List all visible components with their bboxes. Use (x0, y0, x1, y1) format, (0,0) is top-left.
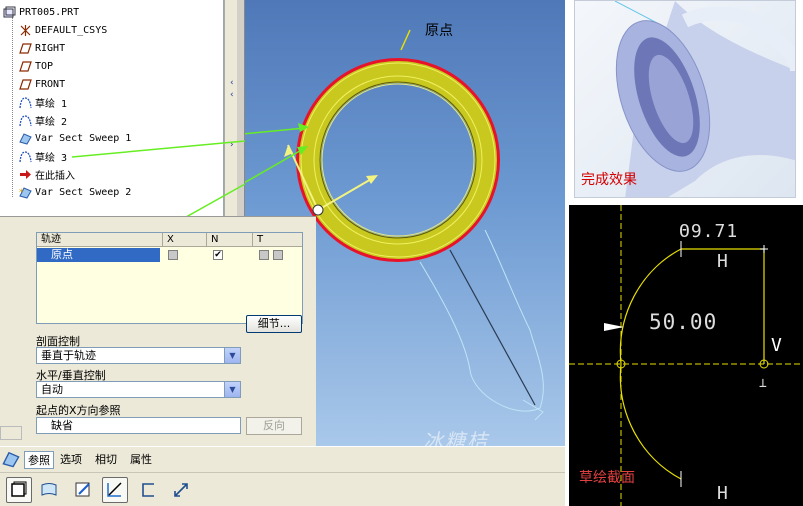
solid-icon[interactable] (6, 477, 32, 503)
csys-icon (18, 23, 32, 37)
origin-annotation: 原点 (425, 23, 453, 39)
dimension-center: 50.00 (649, 310, 718, 334)
dimension-top: Θ9.71 (679, 221, 739, 242)
start-point-handle[interactable] (312, 204, 324, 216)
tree-item-top[interactable]: TOP (18, 58, 53, 74)
sweep-icon (2, 450, 20, 468)
sketch-tool-icon[interactable] (70, 477, 96, 503)
watermark: 冰糖桔 (423, 429, 489, 446)
result-preview: 完成效果 (574, 0, 796, 198)
tree-root-label: PRT005.PRT (19, 6, 80, 18)
sweep-dashboard: 轨迹 X N T 原点 ✔ 细节... 剖面控制 垂直于轨迹 ▼ 水平/垂直控制… (0, 216, 316, 450)
tree-item-right[interactable]: RIGHT (18, 40, 65, 56)
sketch-icon (18, 149, 32, 163)
model-tree: PRT005.PRT DEFAULT_CSYS RIGHT TOP FRONT … (0, 0, 224, 216)
x-checkbox[interactable] (168, 250, 178, 260)
thicken-icon[interactable] (168, 477, 194, 503)
svg-text:*: * (19, 188, 24, 198)
details-button[interactable]: 细节... (246, 315, 302, 333)
sweep-icon (18, 131, 32, 145)
tab-tangency[interactable]: 相切 (95, 451, 117, 469)
tree-item-sketch-1[interactable]: 草绘 1 (18, 94, 67, 110)
surface-icon[interactable] (36, 477, 62, 503)
tree-item-insert-here[interactable]: 在此插入 (18, 166, 75, 182)
tree-item-label: TOP (35, 60, 54, 72)
hv-control-select[interactable]: 自动 ▼ (36, 381, 241, 398)
tree-scrollbar[interactable] (224, 0, 237, 216)
datum-plane-icon (18, 59, 32, 73)
constant-section-icon[interactable] (102, 477, 128, 503)
result-label: 完成效果 (581, 172, 637, 188)
tree-item-sketch-2[interactable]: 草绘 2 (18, 112, 67, 128)
tree-root[interactable]: PRT005.PRT (2, 4, 79, 20)
tree-item-front[interactable]: FRONT (18, 76, 65, 92)
chevron-down-icon[interactable]: ▼ (224, 348, 240, 363)
svg-text:H: H (717, 483, 728, 504)
dashboard-scroll[interactable] (0, 426, 22, 440)
vertical-constraint: V (771, 335, 782, 356)
remove-material-icon[interactable] (136, 477, 162, 503)
tree-item-label: RIGHT (35, 42, 66, 54)
tree-item-label: DEFAULT_CSYS (35, 24, 108, 36)
datum-plane-icon (18, 77, 32, 91)
tree-item-sketch-3[interactable]: 草绘 3 (18, 148, 67, 164)
sweep-new-icon: * (18, 185, 32, 199)
section-control-select[interactable]: 垂直于轨迹 ▼ (36, 347, 241, 364)
n-checkbox[interactable]: ✔ (213, 250, 223, 260)
chevron-left-icon[interactable]: ‹ (230, 90, 238, 100)
tree-connector (12, 17, 13, 197)
sketch-icon (18, 113, 32, 127)
tree-item-label: FRONT (35, 78, 66, 90)
tab-properties[interactable]: 属性 (130, 451, 152, 469)
tree-item-label: 草绘 2 (35, 116, 68, 128)
dashboard-tabs: 参照 选项 相切 属性 (0, 446, 565, 472)
t-checkbox-2[interactable] (273, 250, 283, 260)
chevron-right-icon[interactable]: › (230, 140, 238, 150)
tree-item-label: 草绘 1 (35, 98, 68, 110)
tree-item-label: Var Sect Sweep 2 (35, 186, 132, 198)
table-row[interactable]: 原点 ✔ (37, 248, 302, 262)
sketch-section-panel: H H ⊥ Θ9.71 50.00 V 草绘截面 (569, 205, 803, 506)
col-header-n: N (207, 233, 253, 247)
chevron-down-icon[interactable]: ▼ (224, 382, 240, 397)
tab-options[interactable]: 选项 (60, 451, 82, 469)
tree-item-label: 草绘 3 (35, 152, 68, 164)
ring-section[interactable] (299, 61, 497, 259)
x-ref-field[interactable]: 缺省 (36, 417, 241, 434)
col-header-trajectory: 轨迹 (37, 233, 163, 247)
section-sketch: H H ⊥ (569, 205, 803, 506)
tree-item-label: 在此插入 (35, 170, 75, 182)
hv-control-value: 自动 (41, 383, 63, 396)
insert-arrow-icon (18, 167, 32, 181)
datum-plane-icon (18, 41, 32, 55)
x-ref-label: 起点的X方向参照 (36, 404, 121, 417)
tree-item-var-sect-sweep-1[interactable]: Var Sect Sweep 1 (18, 130, 131, 146)
chevron-left-icon[interactable]: ‹ (230, 78, 238, 88)
col-header-x: X (163, 233, 207, 247)
sweep-toolbar (0, 472, 565, 506)
svg-text:H: H (717, 251, 728, 272)
part-icon (2, 5, 16, 19)
section-control-value: 垂直于轨迹 (41, 349, 96, 362)
col-header-t: T (253, 233, 302, 247)
sketch-icon (18, 95, 32, 109)
flip-button[interactable]: 反向 (246, 417, 302, 435)
trajectory-table: 轨迹 X N T 原点 ✔ (36, 232, 303, 324)
sketch-label: 草绘截面 (579, 470, 635, 486)
tree-item-default-csys[interactable]: DEFAULT_CSYS (18, 22, 107, 38)
tree-item-var-sect-sweep-2[interactable]: * Var Sect Sweep 2 (18, 184, 131, 200)
tree-item-label: Var Sect Sweep 1 (35, 132, 132, 144)
tab-references[interactable]: 参照 (24, 451, 54, 469)
t-checkbox[interactable] (259, 250, 269, 260)
svg-text:⊥: ⊥ (759, 376, 767, 391)
trajectory-name[interactable]: 原点 (37, 248, 160, 262)
